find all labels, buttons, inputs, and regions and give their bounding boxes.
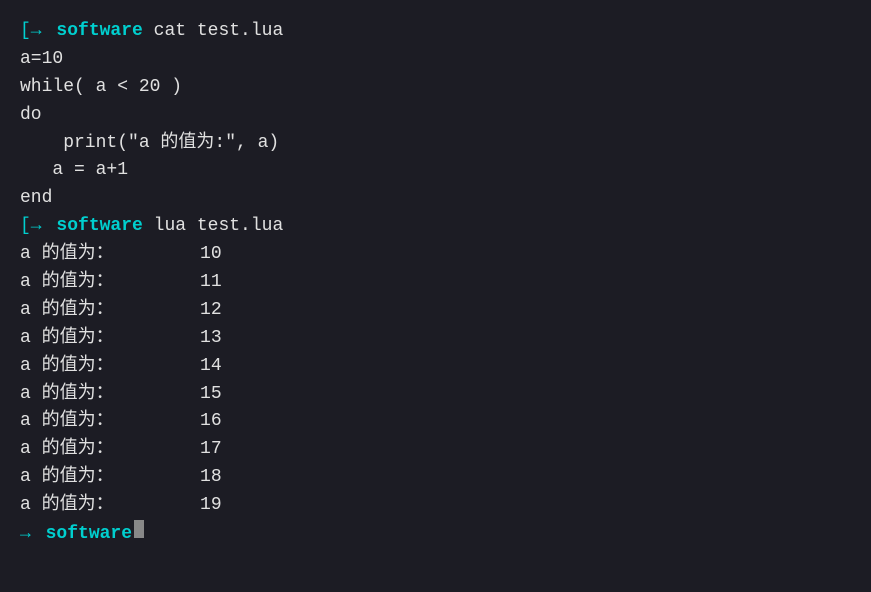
output-line-18: a 的值为： 18 [20,464,851,492]
output-line-19: a 的值为： 19 [20,492,851,520]
prompt-command-1: cat test.lua [143,18,283,46]
output-line-10: a 的值为： 10 [20,241,851,269]
output-line-14: a 的值为： 14 [20,353,851,381]
prompt-arrow-1: [→ [20,18,42,46]
output-line-15: a 的值为： 15 [20,381,851,409]
terminal-cursor [134,520,144,538]
code-line-1: a=10 [20,46,851,74]
code-line-5: a = a+1 [20,157,851,185]
prompt-command-2: lua test.lua [143,213,283,241]
prompt-arrow-2: [→ [20,213,42,241]
output-line-17: a 的值为： 17 [20,436,851,464]
output-line-13: a 的值为： 13 [20,325,851,353]
prompt-software-end: software [46,521,132,549]
code-line-6: end [20,185,851,213]
output-line-16: a 的值为： 16 [20,408,851,436]
code-line-3: do [20,102,851,130]
output-line-11: a 的值为： 11 [20,269,851,297]
output-line-12: a 的值为： 12 [20,297,851,325]
code-line-2: while( a < 20 ) [20,74,851,102]
terminal-window: [→ software cat test.lua a=10 while( a <… [0,0,871,592]
code-line-4: print("a 的值为:", a) [20,130,851,158]
prompt-software-2: software [56,213,142,241]
prompt-line-end: → software [20,520,851,549]
prompt-arrow-end: → [20,521,31,549]
prompt-line-2: [→ software lua test.lua [20,213,851,241]
prompt-software-1: software [56,18,142,46]
prompt-line-1: [→ software cat test.lua [20,18,851,46]
